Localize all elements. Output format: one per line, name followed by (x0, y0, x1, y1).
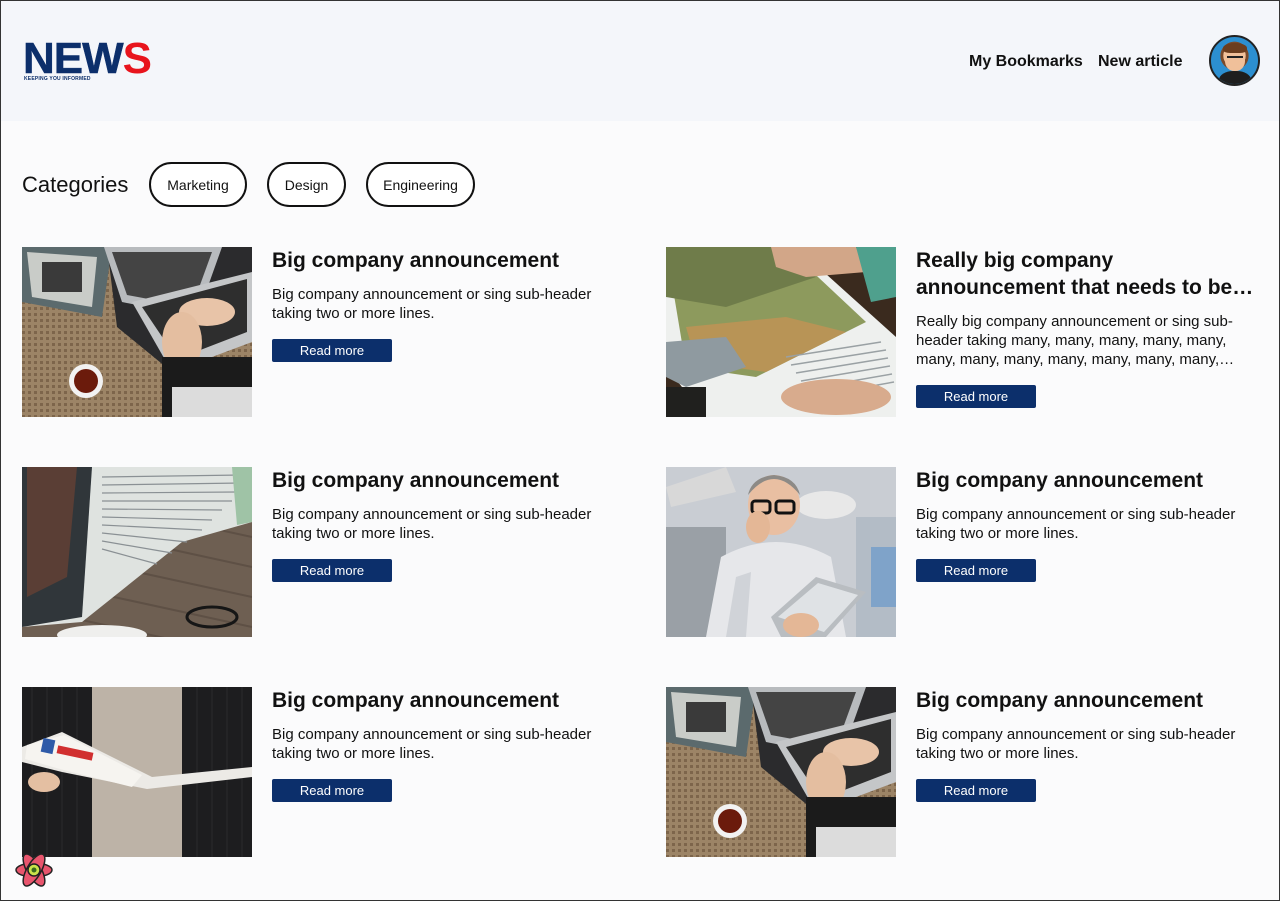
nav-new-article[interactable]: New article (1098, 53, 1182, 71)
man-with-tablet-image[interactable] (666, 467, 896, 637)
logo-accent-text: S (122, 34, 152, 83)
article-content: Big company announcement Big company ann… (272, 687, 622, 802)
article-card: Big company announcement Big company ann… (22, 467, 622, 637)
site-header: NEW S KEEPING YOU INFORMED My Bookmarks N… (1, 1, 1279, 121)
article-title[interactable]: Big company announcement (272, 467, 622, 494)
article-description: Big company announcement or sing sub-hea… (272, 506, 592, 542)
article-card: Big company announcement Big company ann… (22, 687, 622, 857)
article-description: Big company announcement or sing sub-hea… (272, 286, 592, 322)
article-card: Big company announcement Big company ann… (22, 247, 622, 417)
category-chip-design[interactable]: Design (267, 162, 346, 207)
logo-wordmark: NEW S (23, 34, 153, 83)
article-card: Really big company announcement that nee… (666, 247, 1266, 417)
read-more-button[interactable]: Read more (916, 779, 1036, 802)
article-description: Big company announcement or sing sub-hea… (916, 506, 1236, 542)
category-chip-marketing[interactable]: Marketing (149, 162, 247, 207)
article-content: Big company announcement Big company ann… (916, 687, 1266, 802)
categories-heading: Categories (22, 172, 129, 197)
logo-tagline: KEEPING YOU INFORMED (24, 76, 91, 82)
open-magazine-glasses-image[interactable] (22, 467, 252, 637)
avatar-glasses (1227, 56, 1243, 60)
avatar-body (1219, 71, 1251, 84)
article-title[interactable]: Big company announcement (272, 687, 622, 714)
article-card: Big company announcement Big company ann… (666, 687, 1266, 857)
article-card: Big company announcement Big company ann… (666, 467, 1266, 637)
article-content: Big company announcement Big company ann… (272, 467, 622, 582)
category-chip-engineering[interactable]: Engineering (366, 162, 475, 207)
nav-my-bookmarks[interactable]: My Bookmarks (969, 53, 1083, 71)
article-content: Big company announcement Big company ann… (272, 247, 622, 362)
read-more-button[interactable]: Read more (272, 779, 392, 802)
user-avatar-icon[interactable] (1209, 35, 1260, 86)
article-description: Really big company announcement or sing … (916, 313, 1235, 368)
laptop-typing-image[interactable] (666, 687, 896, 857)
read-more-button[interactable]: Read more (272, 559, 392, 582)
news-logo[interactable]: NEW S KEEPING YOU INFORMED (23, 34, 153, 83)
logo-main-text: NEW (23, 34, 124, 83)
read-more-button[interactable]: Read more (272, 339, 392, 362)
avatar-hair (1223, 43, 1247, 53)
article-title[interactable]: Big company announcement (272, 247, 622, 274)
article-content: Big company announcement Big company ann… (916, 467, 1266, 582)
article-description: Big company announcement or sing sub-hea… (916, 726, 1236, 762)
article-content: Really big company announcement that nee… (916, 247, 1266, 408)
read-more-button[interactable]: Read more (916, 559, 1036, 582)
magazine-landscape-image[interactable] (666, 247, 896, 417)
article-title[interactable]: Big company announcement (916, 467, 1266, 494)
laptop-typing-image[interactable] (22, 247, 252, 417)
article-description: Big company announcement or sing sub-hea… (272, 726, 592, 762)
article-title[interactable]: Really big company announcement that nee… (916, 247, 1266, 301)
article-title[interactable]: Big company announcement (916, 687, 1266, 714)
read-more-button[interactable]: Read more (916, 385, 1036, 408)
react-devtools-icon[interactable] (14, 850, 54, 890)
person-holding-magazine-image[interactable] (22, 687, 252, 857)
